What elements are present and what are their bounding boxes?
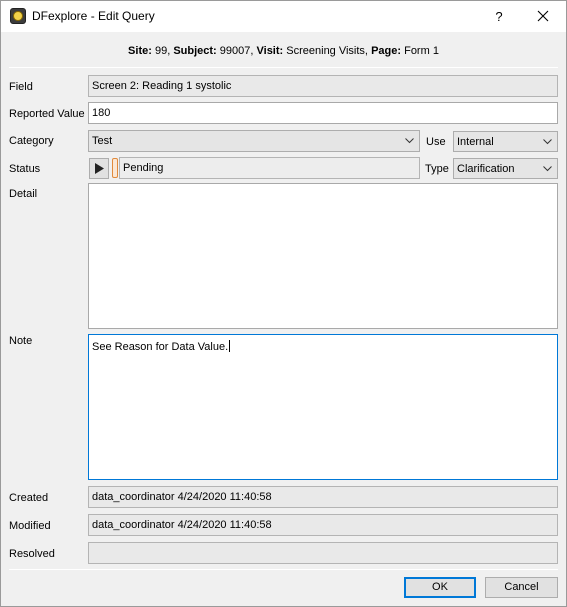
created-label: Created [9,492,49,504]
text-caret [229,340,231,352]
use-select[interactable]: Internal [453,131,558,152]
detail-label: Detail [9,188,38,200]
site-label: Site: [128,45,152,57]
close-icon [537,10,549,22]
subject-value: 99007, [219,45,254,57]
play-icon [95,163,104,174]
note-text: See Reason for Data Value. [92,341,229,353]
close-button[interactable] [528,4,558,28]
ok-button[interactable]: OK [404,577,476,598]
resolved-value [88,542,558,564]
status-advance-button[interactable] [89,158,109,179]
window-title: DFexplore - Edit Query [32,9,155,23]
category-label: Category [9,135,54,147]
record-header: Site: 99, Subject: 99007, Visit: Screeni… [1,45,566,57]
chevron-down-icon [543,166,552,172]
use-label: Use [426,136,446,148]
status-value: Pending [119,157,420,179]
detail-textarea[interactable] [88,183,558,329]
status-label: Status [9,163,41,175]
type-label: Type [425,163,449,175]
modified-label: Modified [9,520,51,532]
edit-query-dialog: DFexplore - Edit Query ? Site: 99, Subje… [0,0,567,607]
help-button[interactable]: ? [487,7,511,27]
page-value: Form 1 [404,45,439,57]
chevron-down-icon [405,138,414,144]
use-selected: Internal [457,136,494,148]
chevron-down-icon [543,139,552,145]
note-label: Note [9,335,33,347]
field-label: Field [9,81,33,93]
category-select[interactable]: Test [88,130,420,152]
created-value: data_coordinator 4/24/2020 11:40:58 [88,486,558,508]
dfexplore-app-icon [10,8,26,24]
type-select[interactable]: Clarification [453,158,558,179]
type-selected: Clarification [457,163,515,175]
reported-value-input[interactable]: 180 [88,102,558,124]
title-bar: DFexplore - Edit Query ? [1,1,566,32]
footer-divider [9,569,558,570]
note-textarea[interactable]: See Reason for Data Value. [88,334,558,480]
page-label: Page: [371,45,402,57]
cancel-button[interactable]: Cancel [485,577,558,598]
resolved-label: Resolved [9,548,55,560]
category-selected: Test [92,135,113,147]
field-value: Screen 2: Reading 1 systolic [88,75,558,97]
subject-label: Subject: [173,45,217,57]
visit-label: Visit: [256,45,284,57]
header-divider [9,67,558,68]
status-color-indicator [112,158,118,178]
reported-value-label: Reported Value [9,108,85,120]
visit-value: Screening Visits, [286,45,368,57]
site-value: 99, [154,45,171,57]
modified-value: data_coordinator 4/24/2020 11:40:58 [88,514,558,536]
